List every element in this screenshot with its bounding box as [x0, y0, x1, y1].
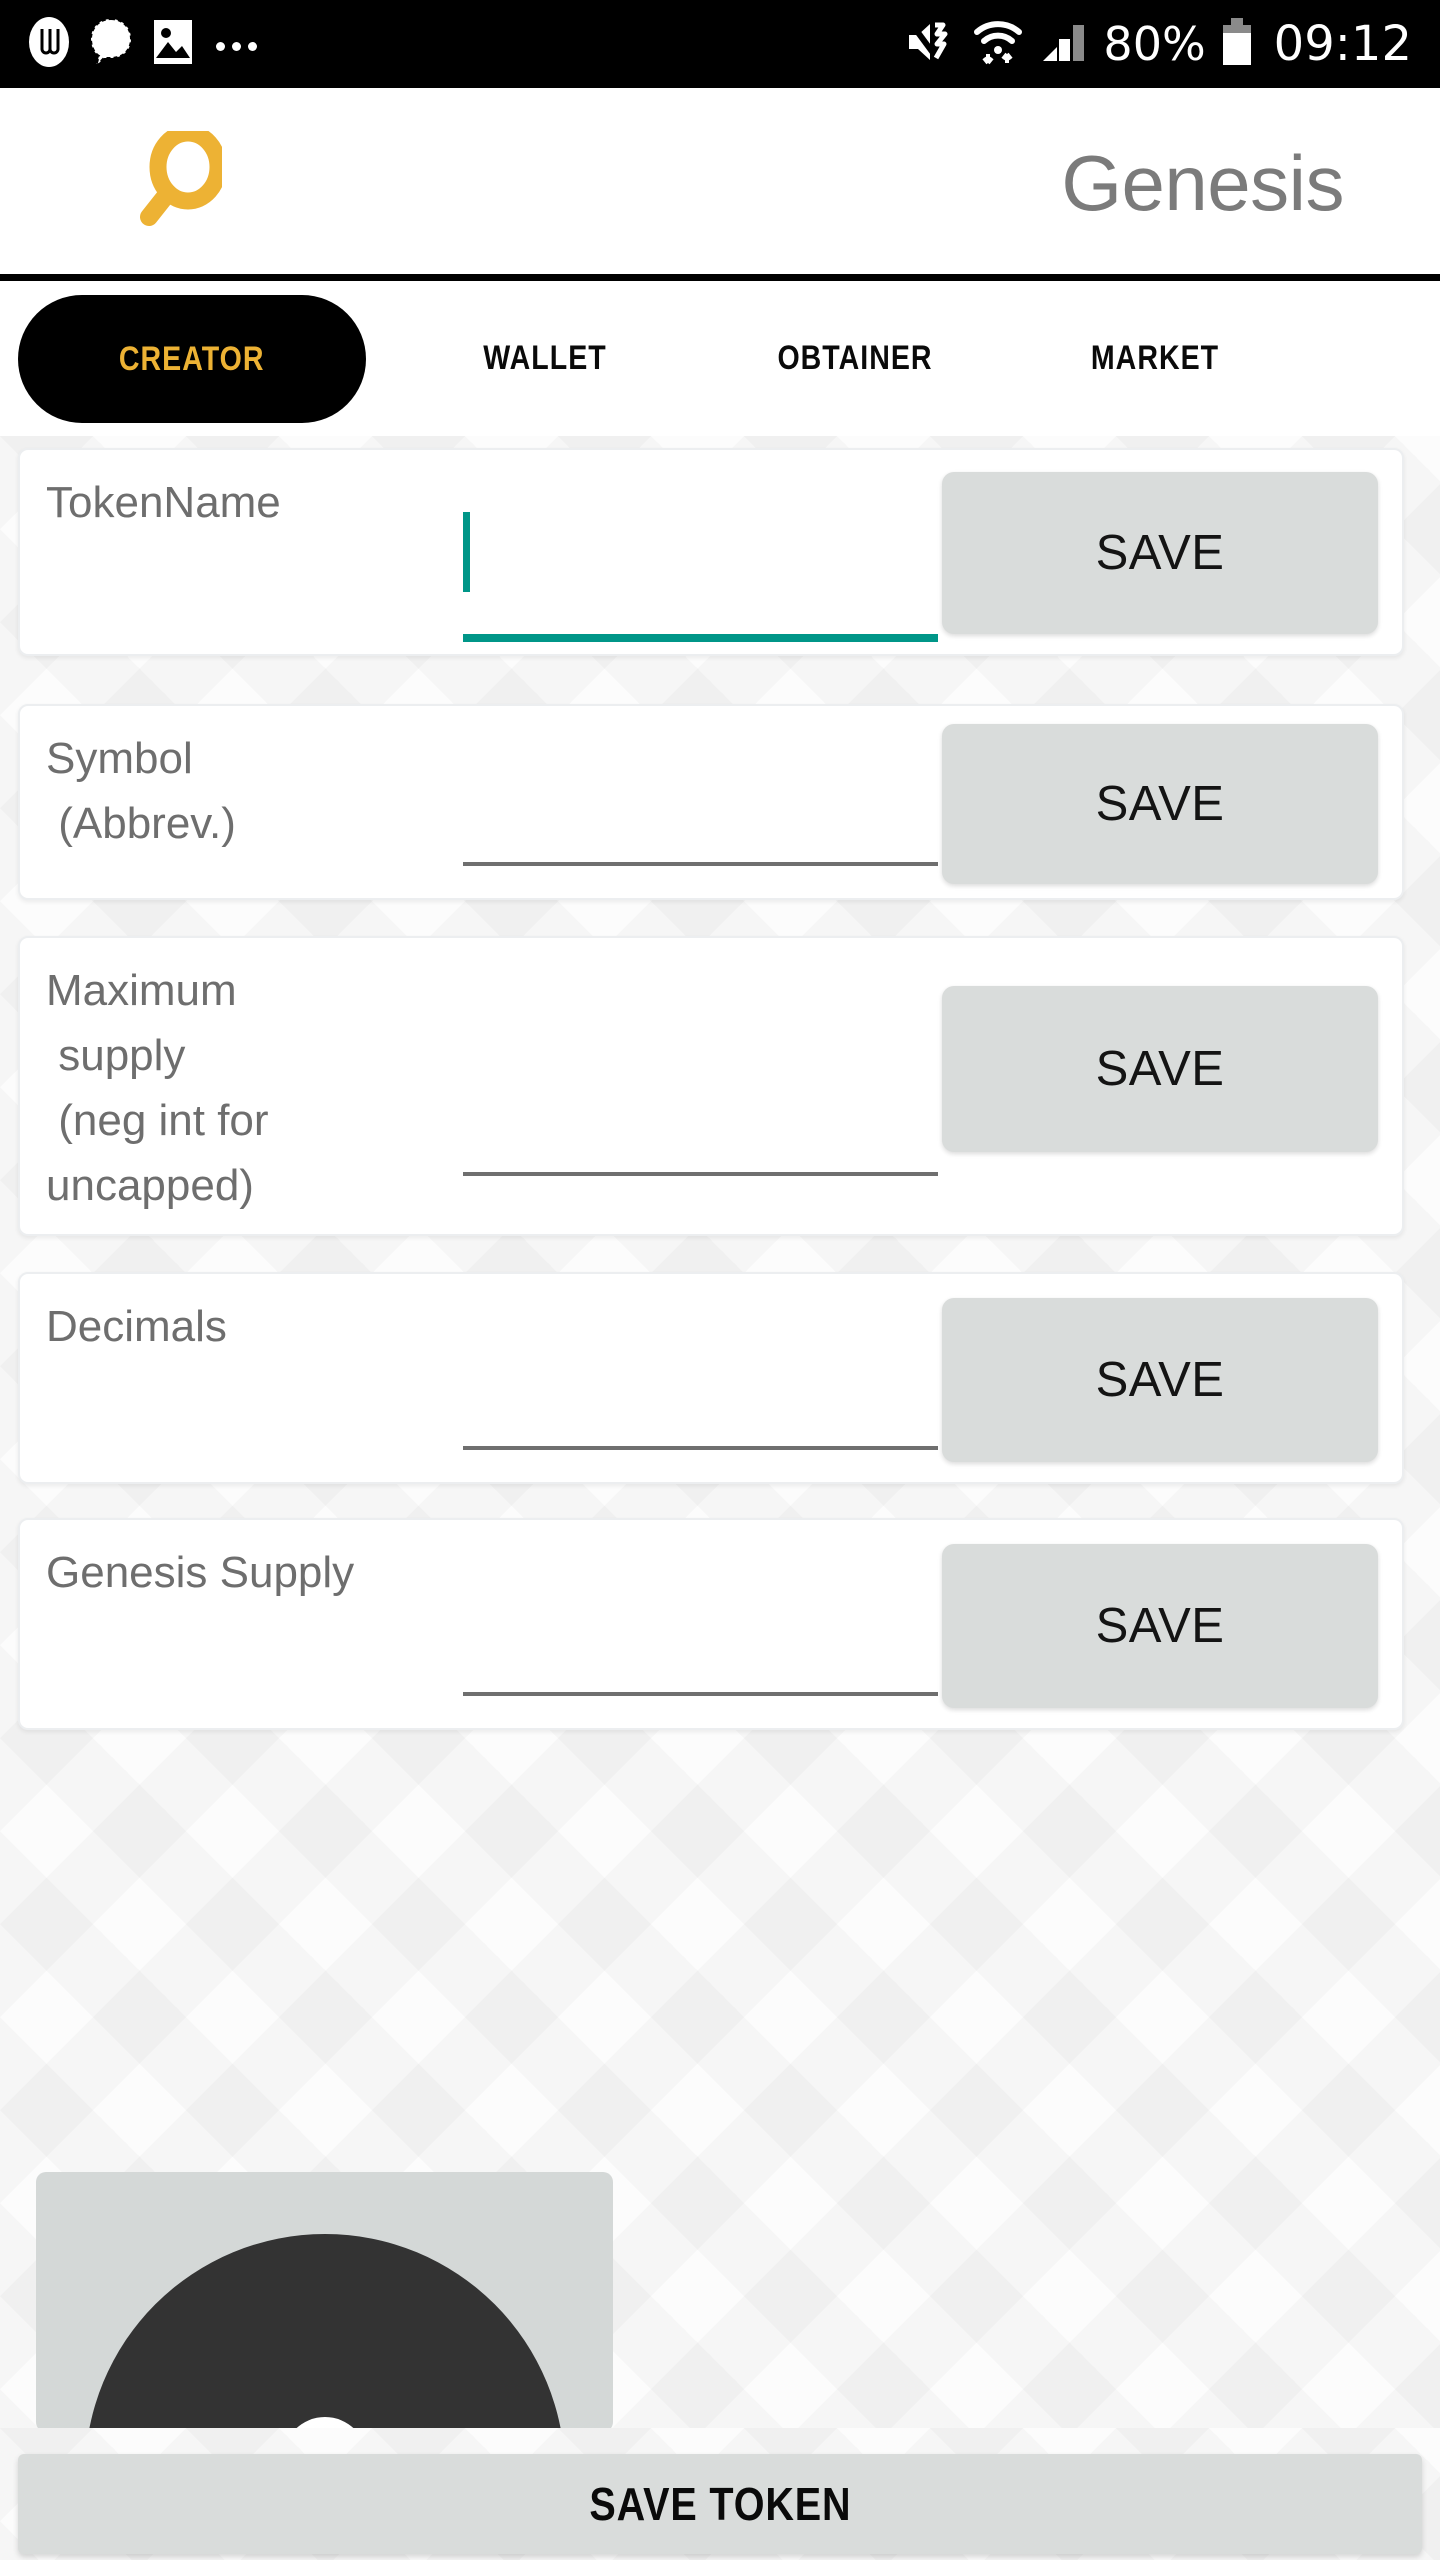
- save-button[interactable]: SAVE: [942, 1544, 1378, 1708]
- tab-creator-label: CREATOR: [119, 339, 265, 378]
- save-token-button[interactable]: SAVE TOKEN: [18, 2454, 1422, 2554]
- tab-wallet[interactable]: WALLET: [440, 339, 650, 378]
- field-label: TokenName: [46, 478, 281, 527]
- field-card-tokenname: TokenName SAVE: [18, 448, 1404, 656]
- field-label: Genesis Supply: [46, 1548, 355, 1597]
- chat-bubble-icon: [88, 15, 134, 74]
- cellular-signal-icon: [1039, 17, 1089, 72]
- tab-bar: CREATOR WALLET OBTAINER MARKET: [0, 281, 1440, 436]
- battery-percent-label: 80%: [1103, 17, 1206, 71]
- status-bar-system: 80% 09:12: [905, 16, 1412, 73]
- bottom-action-bar: SAVE TOKEN: [0, 2428, 1440, 2560]
- field-card-genesis-supply: Genesis Supply SAVE: [18, 1518, 1404, 1730]
- save-button[interactable]: SAVE: [942, 724, 1378, 884]
- token-image-picker[interactable]: [36, 2172, 613, 2428]
- tab-market[interactable]: MARKET: [1050, 339, 1260, 378]
- overflow-dots-icon: [216, 41, 257, 51]
- tab-obtainer[interactable]: OBTAINER: [742, 339, 969, 378]
- status-bar-clock: 09:12: [1273, 16, 1412, 72]
- field-card-decimals: Decimals SAVE: [18, 1272, 1404, 1484]
- field-underline[interactable]: [463, 862, 938, 866]
- save-button[interactable]: SAVE: [942, 472, 1378, 634]
- search-button[interactable]: [120, 123, 240, 243]
- field-card-maximum-supply: Maximum supply (neg int for uncapped) SA…: [18, 936, 1404, 1236]
- music-note-badge-icon: [28, 15, 70, 74]
- battery-icon: [1220, 16, 1254, 73]
- app-header: Genesis: [0, 88, 1440, 278]
- save-button[interactable]: SAVE: [942, 986, 1378, 1152]
- save-button[interactable]: SAVE: [942, 1298, 1378, 1462]
- status-bar: 80% 09:12: [0, 0, 1440, 88]
- field-underline[interactable]: [463, 1692, 938, 1696]
- field-underline[interactable]: [463, 634, 938, 642]
- header-divider: [0, 274, 1440, 281]
- page-title: Genesis: [1061, 139, 1344, 227]
- field-underline[interactable]: [463, 1172, 938, 1176]
- save-token-label: SAVE TOKEN: [588, 2478, 852, 2530]
- tab-creator[interactable]: CREATOR: [18, 295, 366, 423]
- field-label: Symbol (Abbrev.): [46, 734, 236, 848]
- field-label: Decimals: [46, 1302, 227, 1351]
- creator-form-scroll[interactable]: TokenName SAVE Symbol (Abbrev.) SAVE Max…: [0, 436, 1440, 2428]
- field-underline[interactable]: [463, 1446, 938, 1450]
- status-bar-notifications: [28, 15, 257, 74]
- image-icon: [152, 16, 194, 73]
- search-icon: [138, 124, 227, 236]
- field-card-symbol: Symbol (Abbrev.) SAVE: [18, 704, 1404, 900]
- volume-mute-vibrate-icon: [905, 17, 957, 72]
- text-caret: [463, 512, 470, 592]
- field-label: Maximum supply (neg int for uncapped): [46, 966, 269, 1210]
- wifi-icon: [971, 16, 1025, 73]
